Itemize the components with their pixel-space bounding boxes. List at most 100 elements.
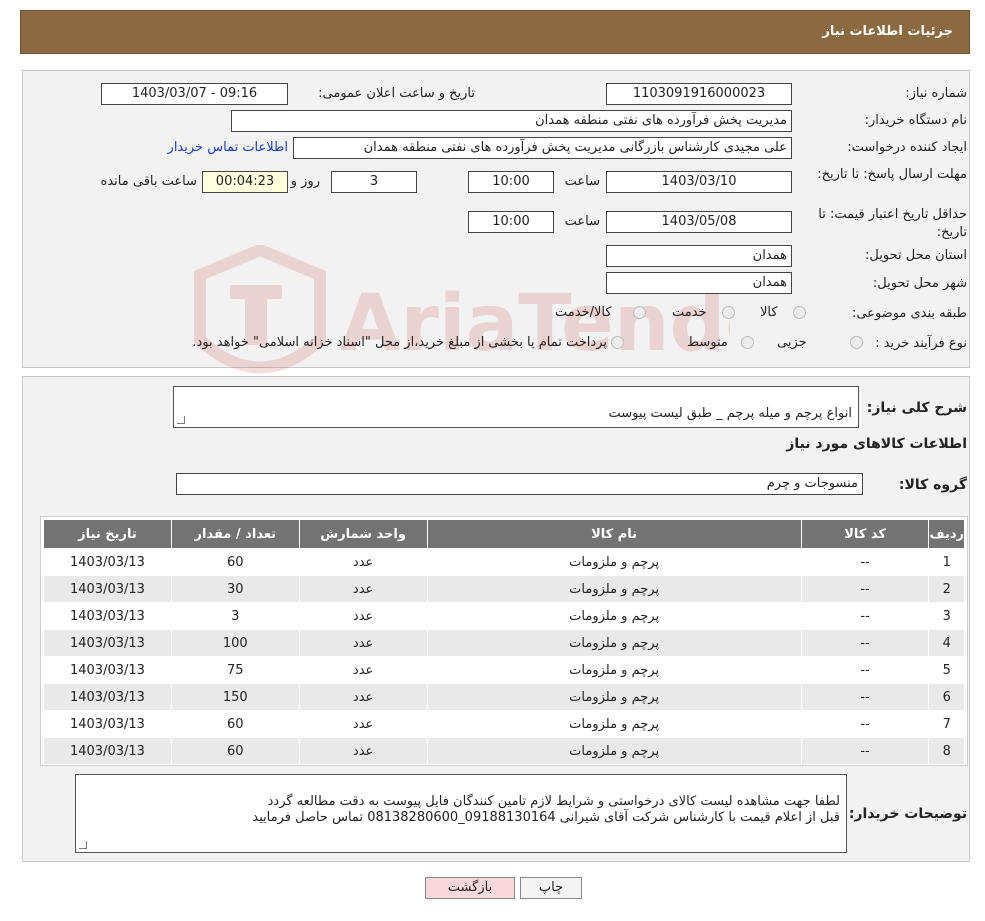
process-minor-radio[interactable] [850,336,863,349]
category-service-label: خدمت [672,305,707,320]
item-quantity: 30 [171,576,299,602]
back-button[interactable]: بازگشت [425,877,515,899]
page-title: جزئیات اطلاعات نیاز [20,10,970,54]
category-goods-radio[interactable] [793,306,806,319]
group-label: گروه کالا: [898,477,967,493]
item-need-date: 1403/03/13 [44,711,171,737]
item-quantity: 60 [171,549,299,575]
item-quantity: 3 [171,603,299,629]
item-name: پرچم و ملزومات [427,684,801,710]
item-need-date: 1403/03/13 [44,657,171,683]
announce-field: 1403/03/07 - 09:16 [101,83,288,105]
category-both-radio[interactable] [633,306,646,319]
buyer-contact-link[interactable]: اطلاعات تماس خریدار [168,140,288,155]
item-code: -- [801,657,929,683]
col-quantity: تعداد / مقدار [171,520,299,548]
province-field: همدان [606,245,792,267]
row-number: 7 [929,711,964,737]
item-name: پرچم و ملزومات [427,711,801,737]
item-quantity: 60 [171,711,299,737]
deadline-label: مهلت ارسال پاسخ: تا تاریخ: [817,167,967,182]
item-code: -- [801,576,929,602]
col-code: کد کالا [801,520,929,548]
item-unit: عدد [299,684,427,710]
item-unit: عدد [299,549,427,575]
item-unit: عدد [299,738,427,764]
table-row: 8 -- پرچم و ملزومات عدد 60 1403/03/13 [44,738,964,764]
item-name: پرچم و ملزومات [427,603,801,629]
category-label: طبقه بندی موضوعی: [851,306,967,321]
days-label: روز و [290,174,320,189]
buyer-notes-field[interactable]: لطفا جهت مشاهده لیست کالای درخواستی و شر… [75,774,847,853]
table-row: 4 -- پرچم و ملزومات عدد 100 1403/03/13 [44,630,964,656]
row-number: 5 [929,657,964,683]
table-row: 2 -- پرچم و ملزومات عدد 30 1403/03/13 [44,576,964,602]
process-note: پرداخت تمام یا بخشی از مبلغ خرید،از محل … [192,335,607,350]
item-name: پرچم و ملزومات [427,630,801,656]
category-both-label: کالا/خدمت [555,305,612,320]
item-quantity: 150 [171,684,299,710]
items-table-container: ردیف کد کالا نام کالا واحد شمارش تعداد /… [40,516,968,766]
process-medium-label: متوسط [687,335,728,350]
need-number-field: 1103091916000023 [606,83,792,105]
table-header-row: ردیف کد کالا نام کالا واحد شمارش تعداد /… [44,520,964,548]
remaining-label: ساعت باقی مانده [100,174,197,189]
items-table: ردیف کد کالا نام کالا واحد شمارش تعداد /… [43,519,965,765]
remaining-days-field: 3 [331,171,417,193]
announce-label: تاریخ و ساعت اعلان عمومی: [318,86,475,101]
deadline-time-label: ساعت [564,174,600,189]
col-date: تاریخ نیاز [44,520,171,548]
validity-label: حداقل تاریخ اعتبار قیمت: تا تاریخ: [818,207,967,240]
table-row: 3 -- پرچم و ملزومات عدد 3 1403/03/13 [44,603,964,629]
process-label: نوع فرآیند خرید : [875,336,967,351]
print-button[interactable]: چاپ [520,877,582,899]
city-label: شهر محل تحویل: [872,276,967,291]
row-number: 2 [929,576,964,602]
buyer-label: نام دستگاه خریدار: [864,113,967,128]
row-number: 8 [929,738,964,764]
item-unit: عدد [299,603,427,629]
item-unit: عدد [299,630,427,656]
remaining-time-field: 00:04:23 [202,171,288,193]
item-name: پرچم و ملزومات [427,738,801,764]
deadline-time-field: 10:00 [468,171,554,193]
summary-label: شرح کلی نیاز: [866,400,967,416]
validity-time-field: 10:00 [468,211,554,233]
summary-text: انواع پرچم و میله پرچم _ طبق لیست پیوست [608,406,852,421]
process-minor-label: جزیی [777,335,807,350]
item-name: پرچم و ملزومات [427,657,801,683]
col-name: نام کالا [427,520,801,548]
row-number: 6 [929,684,964,710]
city-field: همدان [606,272,792,294]
validity-date-field: 1403/05/08 [606,211,792,233]
category-service-radio[interactable] [722,306,735,319]
resize-grip-icon[interactable] [177,416,185,424]
group-field: منسوجات و چرم [176,473,863,495]
row-number: 3 [929,603,964,629]
process-medium-radio[interactable] [741,336,754,349]
item-quantity: 60 [171,738,299,764]
province-label: استان محل تحویل: [865,248,967,263]
item-need-date: 1403/03/13 [44,576,171,602]
item-quantity: 100 [171,630,299,656]
need-number-label: شماره نیاز: [905,86,967,101]
item-code: -- [801,630,929,656]
table-row: 7 -- پرچم و ملزومات عدد 60 1403/03/13 [44,711,964,737]
item-need-date: 1403/03/13 [44,738,171,764]
col-row: ردیف [929,520,964,548]
treasury-checkbox[interactable] [611,336,624,349]
table-row: 1 -- پرچم و ملزومات عدد 60 1403/03/13 [44,549,964,575]
item-need-date: 1403/03/13 [44,684,171,710]
deadline-date-field: 1403/03/10 [606,171,792,193]
item-name: پرچم و ملزومات [427,549,801,575]
item-code: -- [801,711,929,737]
summary-field[interactable]: انواع پرچم و میله پرچم _ طبق لیست پیوست [173,386,859,428]
item-code: -- [801,549,929,575]
item-unit: عدد [299,576,427,602]
buyer-field: مدیریت پخش فرآورده های نفتی منطقه همدان [231,110,792,132]
table-row: 5 -- پرچم و ملزومات عدد 75 1403/03/13 [44,657,964,683]
col-unit: واحد شمارش [299,520,427,548]
resize-grip-icon[interactable] [79,841,87,849]
items-heading: اطلاعات کالاهای مورد نیاز [786,436,967,452]
item-code: -- [801,684,929,710]
